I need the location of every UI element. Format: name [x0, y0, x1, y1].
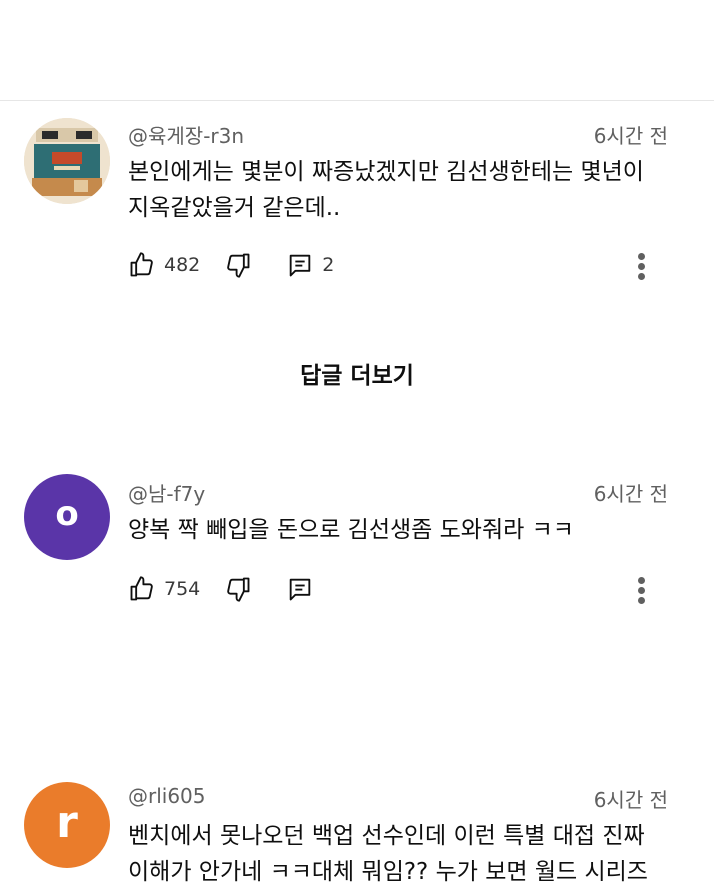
thumbs-up-icon [130, 252, 153, 277]
dislike-button[interactable] [224, 251, 252, 279]
more-vertical-icon [638, 577, 645, 584]
avatar-letter: o [55, 494, 79, 534]
comment-text: 양복 짝 빼입을 돈으로 김선생좀 도와줘라 ㅋㅋ [128, 512, 688, 548]
comment-author-handle[interactable]: @rli605 [128, 784, 206, 808]
thumbs-down-icon [227, 577, 250, 602]
reply-count: 2 [322, 254, 335, 276]
comment-actions: 754 [128, 573, 314, 605]
comment-icon [289, 254, 311, 277]
top-divider [0, 100, 714, 101]
avatar[interactable]: r [24, 782, 110, 868]
more-options-button[interactable] [638, 250, 646, 283]
comment-author-handle[interactable]: @남-f7y [128, 478, 205, 507]
comment-text-line: 양복 짝 빼입을 돈으로 김선생좀 도와줘라 ㅋㅋ [128, 517, 574, 543]
reply-button[interactable]: 2 [286, 251, 334, 279]
comment-text-line: 본인에게는 몇분이 짜증났겠지만 김선생한테는 몇년이 [128, 159, 644, 185]
comment-text: 본인에게는 몇분이 짜증났겠지만 김선생한테는 몇년이 지옥같았을거 같은데.. [128, 154, 688, 226]
dislike-button[interactable] [224, 575, 252, 603]
comment-author-handle[interactable]: @육게장-r3n [128, 120, 244, 149]
comment-text-line: 이해가 안가네 ㅋㅋ대체 뭐임?? 누가 보면 월드 시리즈 [128, 859, 648, 885]
thumbs-down-icon [227, 253, 250, 278]
comment-timestamp: 6시간 전 [593, 124, 668, 148]
comment-text-line: 벤치에서 못나오던 백업 선수인데 이런 특별 대접 진짜 [128, 823, 645, 849]
more-vertical-icon [638, 253, 645, 260]
more-vertical-icon [638, 597, 645, 604]
like-button[interactable]: 754 [128, 575, 200, 603]
comment-actions: 482 2 [128, 249, 334, 281]
more-vertical-icon [638, 587, 645, 594]
reply-button[interactable] [286, 575, 314, 603]
avatar[interactable] [24, 118, 110, 204]
more-vertical-icon [638, 273, 645, 280]
like-button[interactable]: 482 [128, 251, 200, 279]
comment-text: 벤치에서 못나오던 백업 선수인데 이런 특별 대접 진짜 이해가 안가네 ㅋㅋ… [128, 818, 688, 890]
comment-timestamp: 6시간 전 [593, 788, 668, 812]
comment-timestamp: 6시간 전 [593, 482, 668, 506]
avatar-letter: r [56, 797, 78, 848]
like-count: 482 [164, 254, 201, 276]
thumbs-up-icon [130, 576, 153, 601]
avatar-thumbnail-image [24, 118, 110, 204]
avatar[interactable]: o [24, 474, 110, 560]
more-replies-link[interactable]: 답글 더보기 [0, 356, 714, 390]
more-vertical-icon [638, 263, 645, 270]
like-count: 754 [164, 578, 201, 600]
comment-icon [289, 578, 311, 601]
comment-text-line: 지옥같았을거 같은데.. [128, 195, 341, 221]
more-options-button[interactable] [638, 574, 646, 607]
